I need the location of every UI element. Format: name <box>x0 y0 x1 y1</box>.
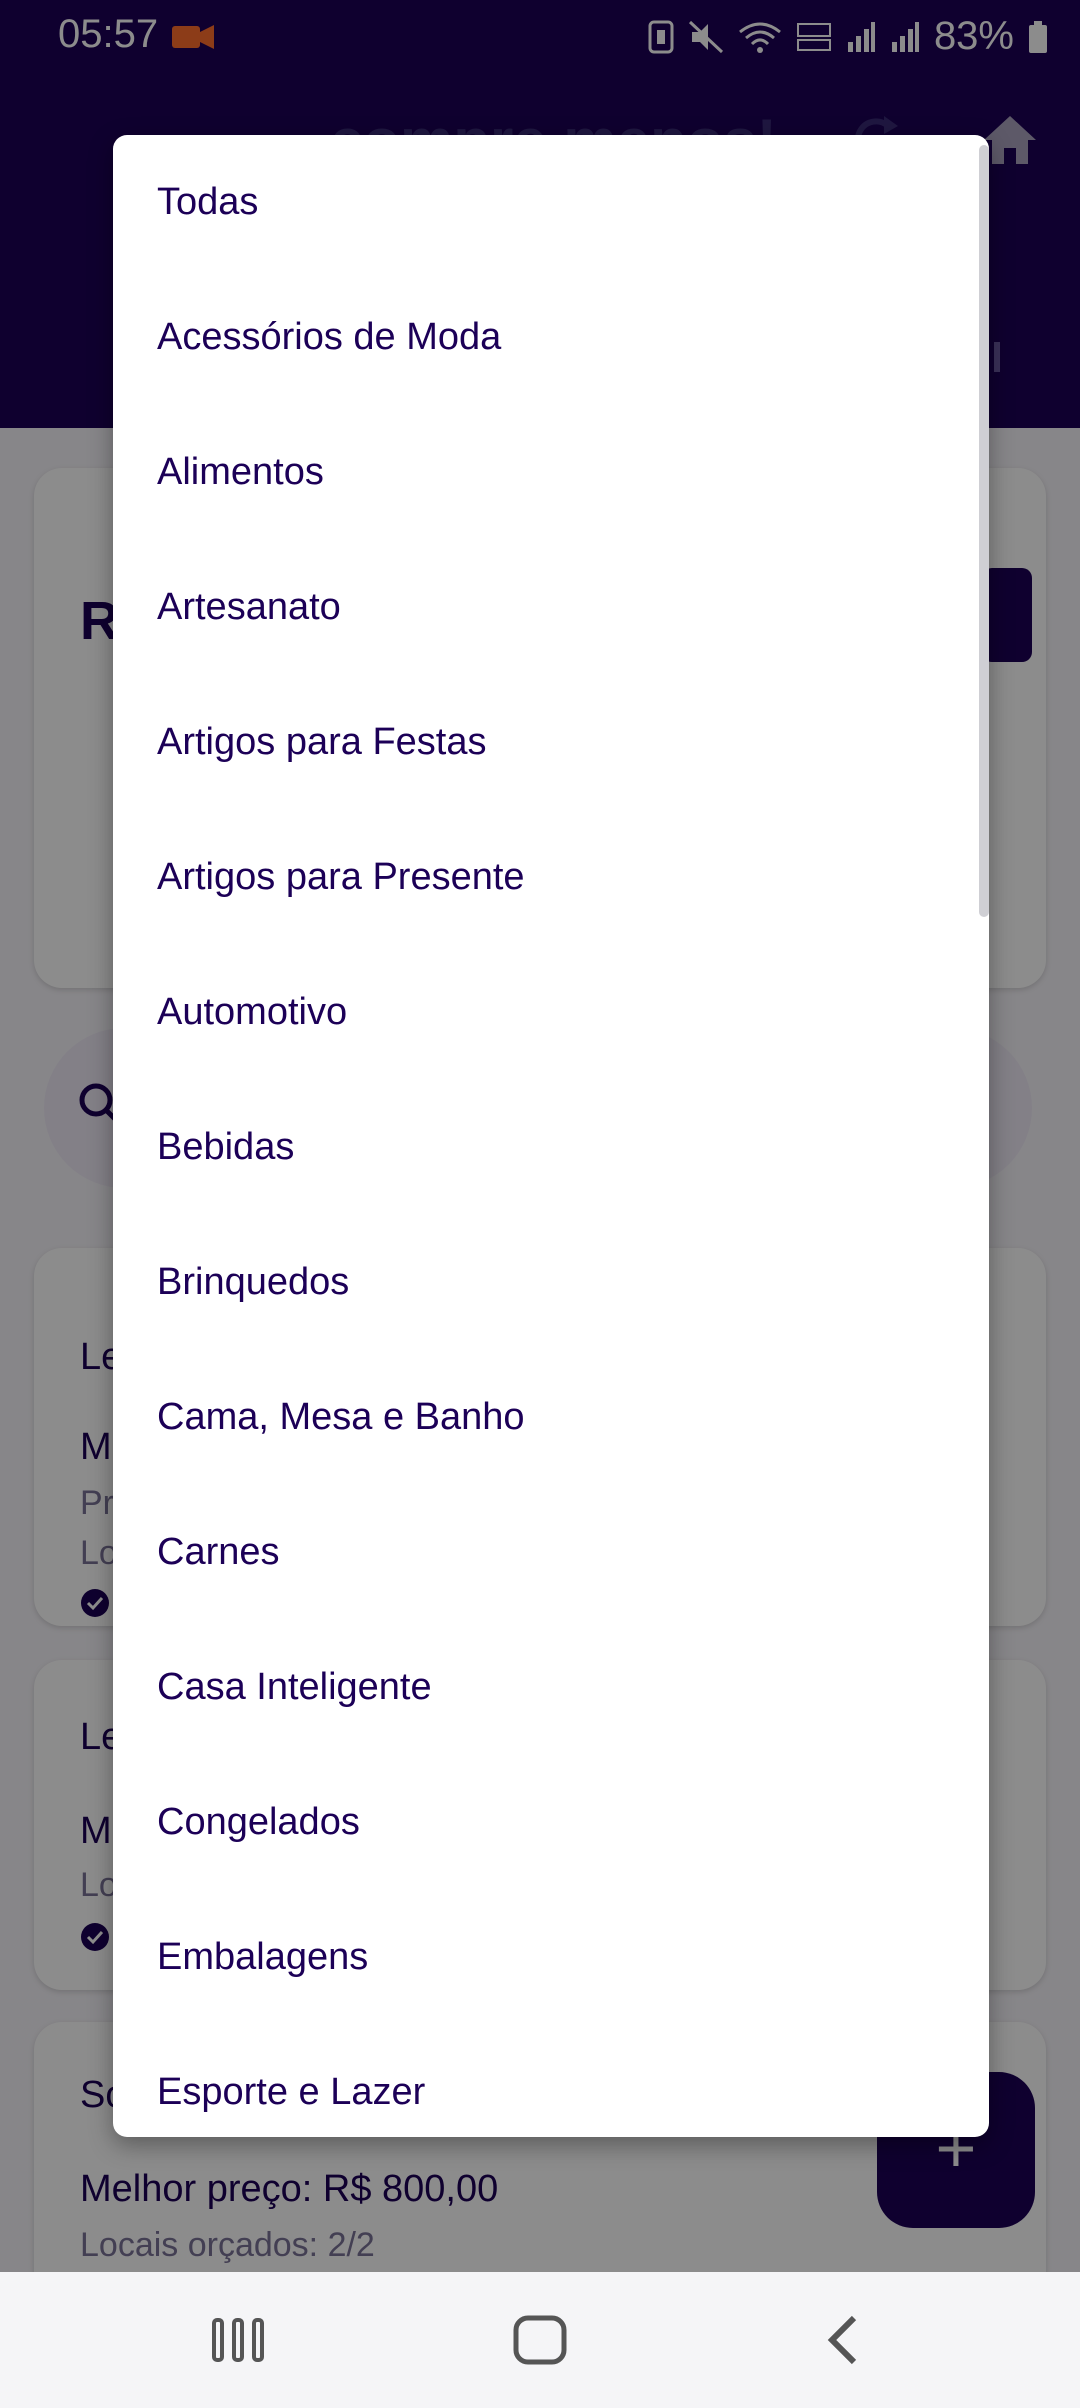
menu-item-label: Bebidas <box>157 1126 295 1168</box>
menu-item-alimentos[interactable]: Alimentos <box>113 405 973 540</box>
menu-item-carnes[interactable]: Carnes <box>113 1485 973 1620</box>
menu-item-artigos-para-presente[interactable]: Artigos para Presente <box>113 810 973 945</box>
menu-item-label: Acessórios de Moda <box>157 316 502 358</box>
menu-item-automotivo[interactable]: Automotivo <box>113 945 973 1080</box>
menu-item-todas[interactable]: Todas <box>113 135 973 270</box>
menu-item-artesanato[interactable]: Artesanato <box>113 540 973 675</box>
menu-item-brinquedos[interactable]: Brinquedos <box>113 1215 973 1350</box>
back-icon[interactable] <box>814 2312 874 2368</box>
menu-item-label: Brinquedos <box>157 1261 350 1303</box>
home-nav-icon[interactable] <box>510 2312 570 2368</box>
recent-apps-icon[interactable] <box>208 2312 268 2368</box>
menu-item-label: Congelados <box>157 1801 360 1843</box>
menu-item-embalagens[interactable]: Embalagens <box>113 1890 973 2025</box>
menu-item-label: Artigos para Festas <box>157 721 487 763</box>
menu-item-acessorios-de-moda[interactable]: Acessórios de Moda <box>113 270 973 405</box>
menu-item-label: Cama, Mesa e Banho <box>157 1396 525 1438</box>
system-nav-bar <box>0 2272 1080 2408</box>
menu-item-label: Artigos para Presente <box>157 856 525 898</box>
menu-item-label: Casa Inteligente <box>157 1666 432 1708</box>
menu-item-cama-mesa-e-banho[interactable]: Cama, Mesa e Banho <box>113 1350 973 1485</box>
menu-item-label: Alimentos <box>157 451 324 493</box>
menu-item-casa-inteligente[interactable]: Casa Inteligente <box>113 1620 973 1755</box>
menu-scrollbar[interactable] <box>979 145 989 917</box>
menu-item-bebidas[interactable]: Bebidas <box>113 1080 973 1215</box>
menu-item-label: Todas <box>157 181 259 223</box>
menu-item-label: Embalagens <box>157 1936 369 1978</box>
menu-item-esporte-e-lazer[interactable]: Esporte e Lazer <box>113 2025 973 2137</box>
menu-item-label: Automotivo <box>157 991 348 1033</box>
menu-item-artigos-para-festas[interactable]: Artigos para Festas <box>113 675 973 810</box>
menu-item-label: Esporte e Lazer <box>157 2071 426 2113</box>
menu-item-label: Carnes <box>157 1531 280 1573</box>
menu-item-congelados[interactable]: Congelados <box>113 1755 973 1890</box>
menu-item-label: Artesanato <box>157 586 341 628</box>
category-dropdown-menu[interactable]: Todas Acessórios de Moda Alimentos Artes… <box>113 135 989 2137</box>
